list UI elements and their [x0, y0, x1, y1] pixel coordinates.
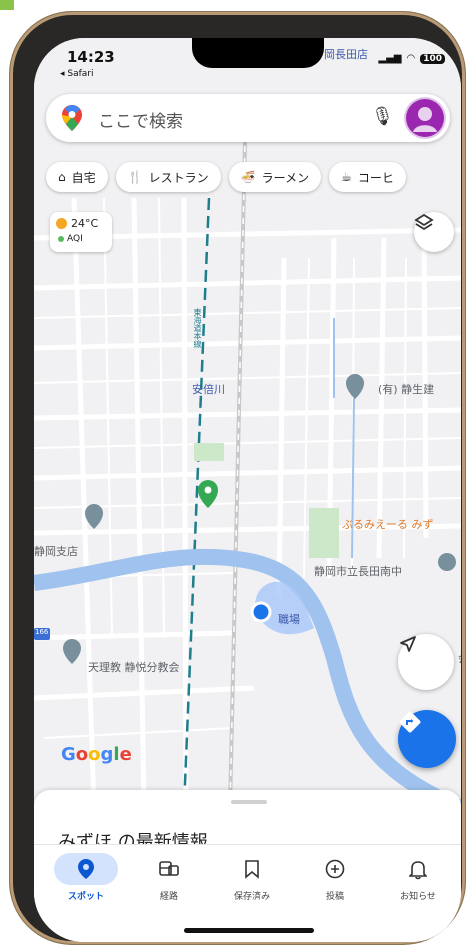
nav-item-notifications[interactable]: お知らせ: [378, 853, 458, 902]
map-label-orange-place[interactable]: ぶるみえーる みず: [342, 516, 434, 532]
restaurant-icon: 🍴: [127, 170, 143, 184]
home-indicator[interactable]: [184, 928, 314, 933]
status-time: 14:23: [67, 48, 115, 66]
plus-circle-icon: [325, 859, 345, 879]
chip-label: コーヒ: [357, 170, 394, 185]
map-label-church-suffix: 会: [458, 650, 461, 666]
chip-ramen[interactable]: 🍜 ラーメン: [228, 162, 322, 192]
nav-item-spot[interactable]: スポット: [46, 853, 126, 902]
nav-item-saved[interactable]: 保存済み: [212, 853, 292, 902]
signal-icon: ▂▄▆: [378, 53, 402, 64]
map-label-rail-line: 東海道本線: [193, 308, 202, 348]
coffee-icon: ☕: [341, 170, 352, 184]
map-canvas: [34, 97, 461, 808]
aqi-dot-icon: [58, 236, 64, 242]
nav-label: 保存済み: [233, 892, 270, 902]
map-label-church[interactable]: 天理教 静悦分教会: [88, 659, 180, 675]
layers-button[interactable]: [414, 212, 454, 252]
wifi-icon: ◠: [406, 53, 416, 64]
nav-item-post[interactable]: 投稿: [295, 853, 375, 902]
chip-label: 自宅: [71, 170, 96, 185]
map-label-school[interactable]: 静岡市立長田南中: [314, 563, 402, 579]
ramen-icon: 🍜: [240, 170, 256, 184]
microphone-icon[interactable]: 🎙: [371, 106, 394, 127]
status-icons: ▂▄▆ ◠ 100: [378, 53, 445, 64]
directions-icon: [399, 711, 421, 733]
sun-icon: [56, 218, 67, 229]
bell-icon: [409, 861, 427, 880]
bookmark-icon: [245, 860, 259, 879]
map-label-route-badge: 166: [35, 628, 49, 636]
map-view[interactable]: 14:23 ◂ Safari ▂▄▆ ◠ 100 岡長田店 ここで検索 🎙 ⌂ …: [34, 38, 461, 808]
chip-label: レストラン: [148, 170, 209, 185]
nav-label: スポット: [67, 892, 104, 902]
google-logo: Google: [61, 744, 132, 765]
navigation-arrow-icon: [400, 636, 416, 652]
google-maps-pin-icon: [62, 105, 82, 131]
screen: 14:23 ◂ Safari ▂▄▆ ◠ 100 岡長田店 ここで検索 🎙 ⌂ …: [34, 38, 461, 942]
pin-icon: [78, 859, 94, 879]
weather-aqi: AQI: [67, 234, 83, 244]
nav-label: 経路: [159, 892, 178, 902]
phone-frame: 14:23 ◂ Safari ▂▄▆ ◠ 100 岡長田店 ここで検索 🎙 ⌂ …: [10, 12, 465, 944]
user-avatar-icon: [413, 107, 437, 132]
map-label-station[interactable]: 安倍川: [192, 381, 225, 397]
chip-coffee[interactable]: ☕ コーヒ: [329, 162, 406, 192]
weather-widget[interactable]: 24°C AQI: [50, 212, 112, 252]
nav-label: お知らせ: [400, 892, 436, 902]
chip-label: ラーメン: [261, 170, 310, 185]
chip-restaurant[interactable]: 🍴 レストラン: [115, 162, 221, 192]
corner-marker: [0, 0, 14, 10]
my-location-button[interactable]: [398, 634, 454, 690]
map-label-branch[interactable]: 静岡支店: [34, 543, 78, 559]
battery-icon: 100: [420, 53, 445, 64]
search-input[interactable]: ここで検索: [98, 107, 183, 132]
directions-button[interactable]: [398, 710, 456, 768]
back-to-app-link[interactable]: ◂ Safari: [60, 69, 94, 79]
nav-item-route[interactable]: 経路: [129, 853, 209, 902]
home-icon: ⌂: [58, 170, 66, 184]
map-label-current[interactable]: 職場: [278, 611, 300, 627]
sheet-drag-handle[interactable]: [231, 800, 267, 804]
search-bar[interactable]: ここで検索 🎙: [46, 94, 450, 142]
category-chips: ⌂ 自宅 🍴 レストラン 🍜 ラーメン ☕ コーヒ: [46, 162, 406, 192]
layers-icon: [414, 213, 434, 231]
back-app-label: Safari: [67, 69, 94, 79]
map-label-top-place[interactable]: 岡長田店: [324, 46, 368, 62]
nav-label: 投稿: [325, 892, 344, 902]
avatar[interactable]: [406, 99, 444, 137]
camera-notch: [192, 38, 324, 68]
chip-home[interactable]: ⌂ 自宅: [46, 162, 108, 192]
transit-icon: [159, 861, 179, 876]
weather-temp: 24°C: [71, 217, 99, 230]
map-label-place-right[interactable]: (有) 静生建: [378, 381, 434, 397]
